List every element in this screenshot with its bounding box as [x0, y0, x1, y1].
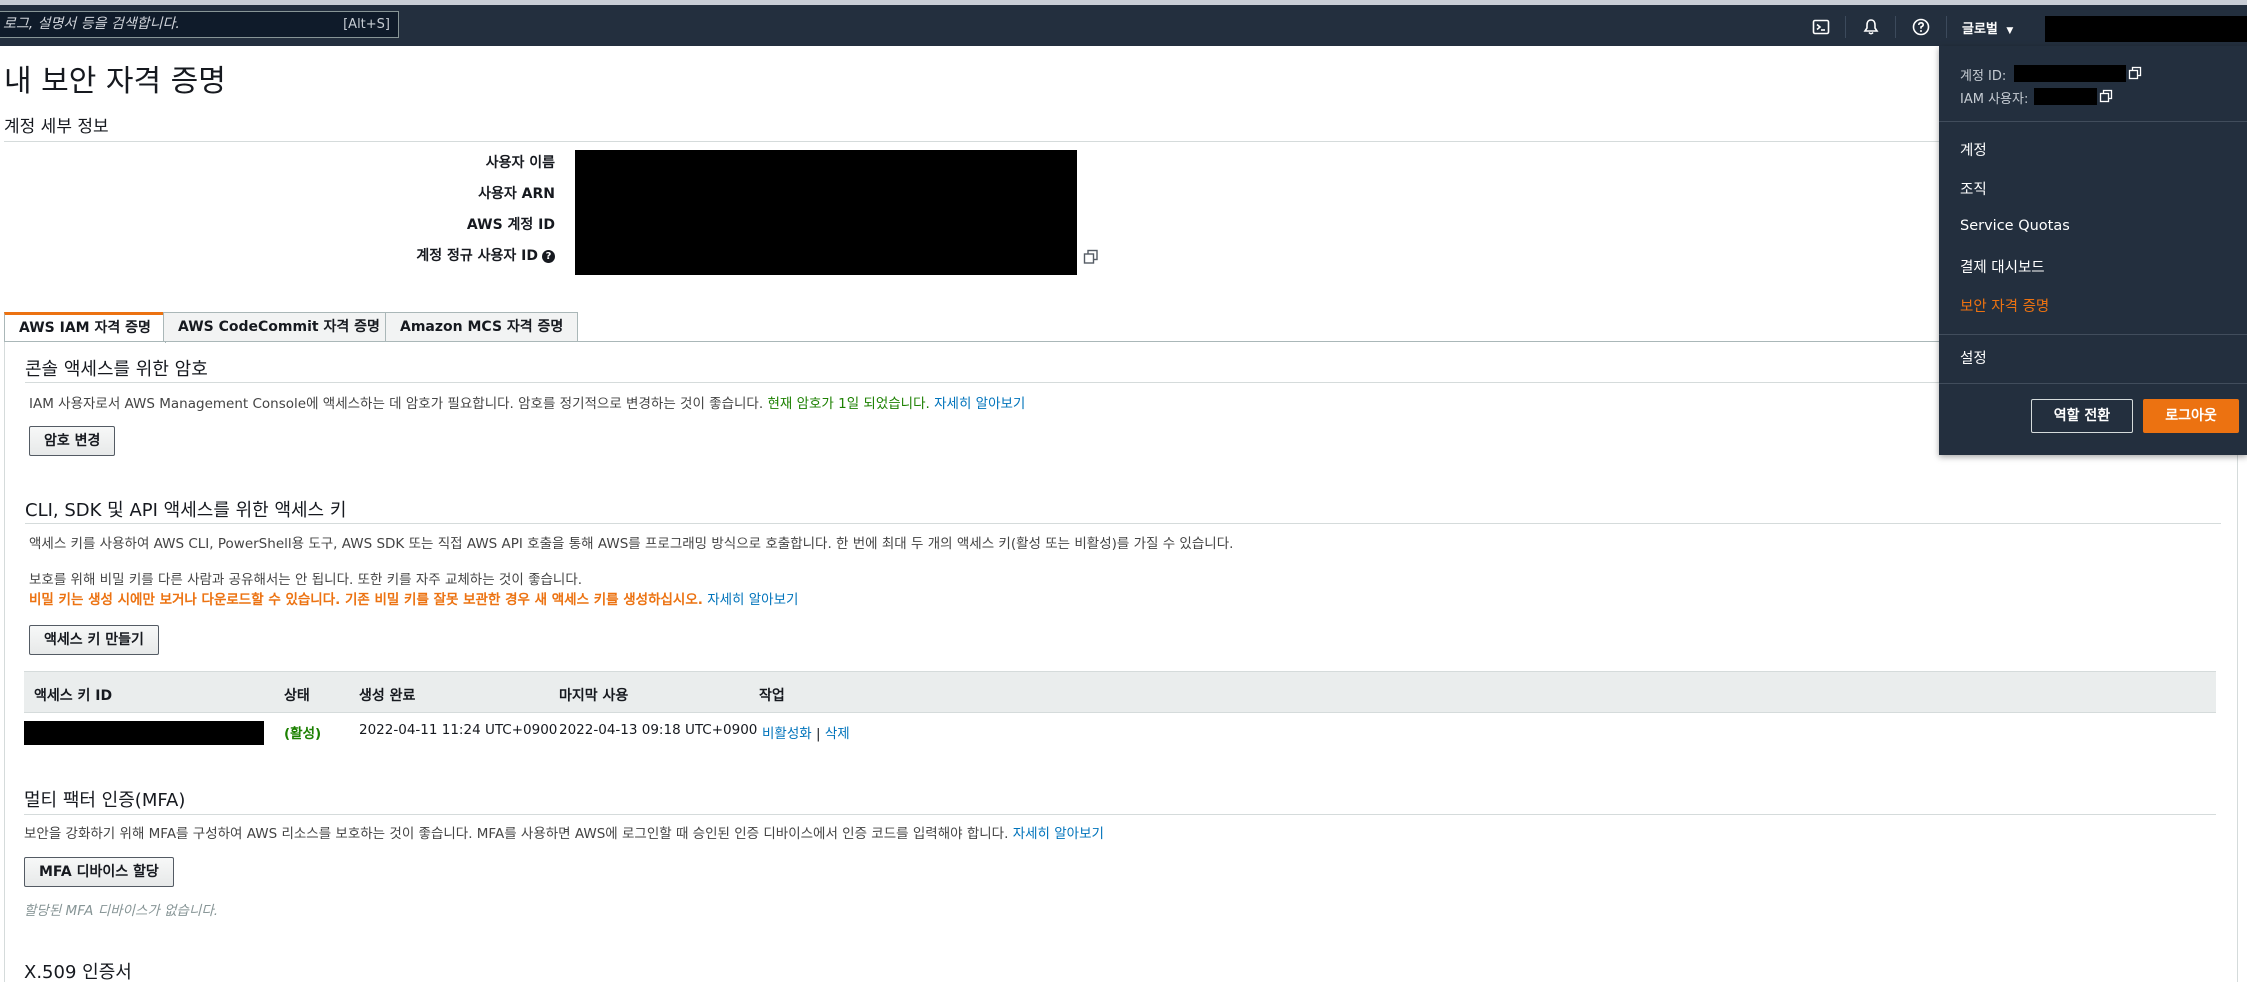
- cloudshell-icon[interactable]: [1810, 16, 1832, 38]
- copy-icon[interactable]: [2128, 66, 2142, 80]
- access-keys-table-header: 액세스 키 ID 상태 생성 완료 마지막 사용 작업: [24, 671, 2216, 713]
- create-access-key-button[interactable]: 액세스 키 만들기: [29, 625, 159, 655]
- menu-item-organization[interactable]: 조직: [1960, 178, 1987, 199]
- menu-divider: [1939, 383, 2247, 384]
- page-title: 내 보안 자격 증명: [4, 64, 226, 99]
- access-key-status: (활성): [284, 726, 322, 742]
- secret-key-warning: 비밀 키는 생성 시에만 보거나 다운로드할 수 있습니다. 기존 비밀 키를 …: [29, 592, 703, 608]
- menu-divider: [1939, 121, 2247, 122]
- region-label: 글로벌: [1962, 22, 1998, 37]
- column-header-actions: 작업: [759, 688, 785, 704]
- account-menu-trigger[interactable]: [2045, 16, 2247, 42]
- learn-more-link[interactable]: 자세히 알아보기: [1013, 826, 1104, 842]
- top-navigation: 로그, 설명서 등을 검색합니다. [Alt+S] 글로벌 ▼: [0, 0, 2247, 46]
- section-divider: [24, 814, 2216, 815]
- canonical-id-label-text: 계정 정규 사용자 ID: [416, 248, 538, 264]
- menu-item-settings[interactable]: 설정: [1960, 347, 1987, 368]
- tab-panel: 콘솔 액세스를 위한 암호 IAM 사용자로서 AWS Management C…: [4, 342, 2238, 982]
- mfa-description: 보안을 강화하기 위해 MFA를 구성하여 AWS 리소스를 보호하는 것이 좋…: [24, 822, 1104, 842]
- account-details-title: 계정 세부 정보: [4, 117, 109, 137]
- bell-icon[interactable]: [1860, 16, 1882, 38]
- account-id-label: AWS 계정 ID: [466, 217, 555, 233]
- mfa-title: 멀티 팩터 인증(MFA): [24, 790, 186, 811]
- account-id-label: 계정 ID:: [1960, 69, 2007, 84]
- console-password-text: IAM 사용자로서 AWS Management Console에 액세스하는 …: [29, 396, 764, 412]
- search-placeholder: 로그, 설명서 등을 검색합니다.: [3, 16, 180, 32]
- account-menu: 계정 ID: IAM 사용자: 계정 조직 Service Quotas 결제 …: [1939, 46, 2247, 455]
- deactivate-link[interactable]: 비활성화: [762, 726, 812, 742]
- menu-item-account[interactable]: 계정: [1960, 139, 1987, 160]
- iam-user-row: IAM 사용자:: [1960, 88, 2028, 107]
- change-password-button[interactable]: 암호 변경: [29, 426, 116, 456]
- search-input[interactable]: 로그, 설명서 등을 검색합니다. [Alt+S]: [0, 11, 399, 38]
- redacted-account-id: [2014, 65, 2126, 82]
- account-id-row: 계정 ID:: [1960, 65, 2006, 84]
- help-icon[interactable]: [1910, 16, 1932, 38]
- menu-item-security-credentials[interactable]: 보안 자격 증명: [1960, 295, 2049, 316]
- caret-down-icon: ▼: [2006, 26, 2014, 36]
- console-password-title: 콘솔 액세스를 위한 암호: [25, 359, 208, 380]
- tab-mcs-credentials[interactable]: Amazon MCS 자격 증명: [385, 312, 579, 342]
- nav-divider: [1895, 16, 1896, 38]
- access-key-created: 2022-04-11 11:24 UTC+0900: [359, 722, 558, 738]
- access-key-actions: 비활성화 | 삭제: [762, 722, 850, 742]
- tab-iam-credentials[interactable]: AWS IAM 자격 증명: [4, 312, 166, 343]
- delete-link[interactable]: 삭제: [825, 726, 850, 742]
- access-keys-description: 액세스 키를 사용하여 AWS CLI, PowerShell용 도구, AWS…: [29, 536, 1234, 552]
- switch-role-button[interactable]: 역할 전환: [2031, 399, 2133, 433]
- info-icon[interactable]: ?: [542, 249, 555, 263]
- column-header-last-used: 마지막 사용: [559, 688, 629, 704]
- section-divider: [25, 382, 2221, 383]
- copy-icon[interactable]: [1082, 248, 1100, 266]
- redacted-account-values: [575, 150, 1077, 275]
- x509-title: X.509 인증서: [24, 962, 132, 983]
- region-selector[interactable]: 글로벌 ▼: [1962, 18, 2013, 37]
- mfa-description-text: 보안을 강화하기 위해 MFA를 구성하여 AWS 리소스를 보호하는 것이 좋…: [24, 826, 1009, 842]
- user-arn-label: 사용자 ARN: [478, 186, 555, 202]
- redacted-access-key-id: [24, 721, 264, 745]
- search-shortcut-hint: [Alt+S]: [343, 17, 390, 32]
- menu-item-billing-dashboard[interactable]: 결제 대시보드: [1960, 256, 2045, 277]
- redacted-iam-user: [2034, 88, 2097, 105]
- copy-icon[interactable]: [2099, 89, 2113, 103]
- console-password-description: IAM 사용자로서 AWS Management Console에 액세스하는 …: [29, 392, 1025, 412]
- iam-user-label: IAM 사용자:: [1960, 92, 2029, 107]
- username-label: 사용자 이름: [485, 155, 555, 171]
- sign-out-button[interactable]: 로그아웃: [2143, 399, 2239, 433]
- password-age-status: 현재 암호가 1일 되었습니다.: [767, 396, 930, 412]
- section-divider: [25, 523, 2221, 524]
- access-keys-security-note: 보호를 위해 비밀 키를 다른 사람과 공유해서는 안 됩니다. 또한 키를 자…: [29, 572, 583, 588]
- action-separator: |: [815, 726, 821, 742]
- nav-divider: [1845, 16, 1846, 38]
- column-header-status: 상태: [284, 688, 310, 704]
- section-divider: [4, 141, 2240, 142]
- menu-item-service-quotas[interactable]: Service Quotas: [1960, 218, 2070, 234]
- assign-mfa-button[interactable]: MFA 디바이스 할당: [24, 857, 174, 887]
- tab-codecommit-credentials[interactable]: AWS CodeCommit 자격 증명: [163, 312, 395, 342]
- no-mfa-message: 할당된 MFA 디바이스가 없습니다.: [24, 903, 219, 919]
- canonical-id-label: 계정 정규 사용자 ID?: [416, 245, 555, 265]
- learn-more-link[interactable]: 자세히 알아보기: [707, 592, 798, 608]
- access-keys-warning: 비밀 키는 생성 시에만 보거나 다운로드할 수 있습니다. 기존 비밀 키를 …: [29, 588, 798, 608]
- column-header-access-key-id: 액세스 키 ID: [34, 688, 113, 704]
- column-header-created: 생성 완료: [359, 688, 416, 704]
- menu-divider: [1939, 334, 2247, 335]
- learn-more-link[interactable]: 자세히 알아보기: [934, 396, 1025, 412]
- access-keys-title: CLI, SDK 및 API 액세스를 위한 액세스 키: [25, 500, 347, 521]
- access-key-last-used: 2022-04-13 09:18 UTC+0900: [559, 722, 758, 738]
- nav-divider: [1946, 16, 1947, 38]
